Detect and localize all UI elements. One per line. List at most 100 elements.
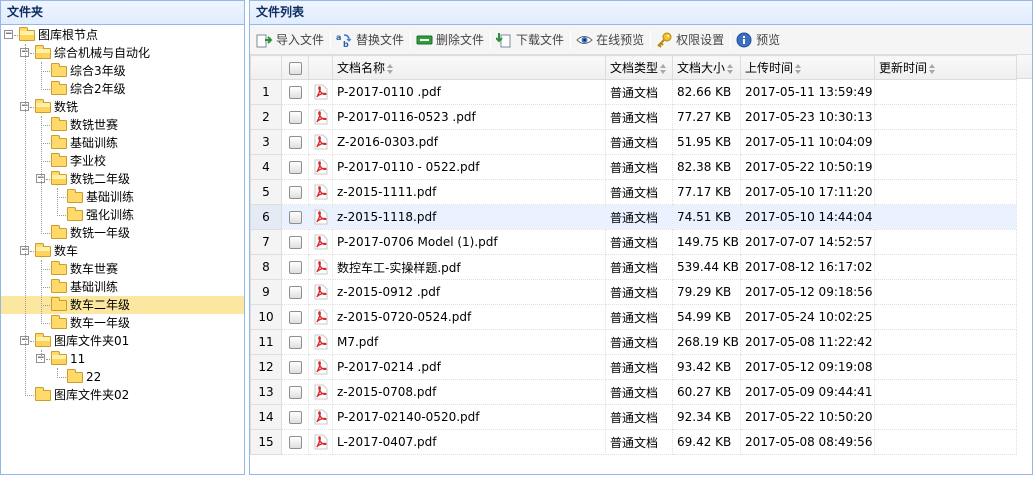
file-name-cell[interactable]: M7.pdf	[332, 329, 606, 355]
row-checkbox[interactable]	[288, 161, 302, 174]
table-row[interactable]: 14 P-2017-02140-0520.pdf 普通文档 92.34 KB 2017-…	[250, 404, 1017, 430]
column-header-uploaded[interactable]: 上传时间	[740, 55, 875, 80]
file-name-cell[interactable]: P-2017-0706 Model (1).pdf	[332, 229, 606, 255]
row-checkbox-cell[interactable]	[281, 404, 309, 430]
preview-button[interactable]: 预览	[733, 29, 784, 51]
tree-node[interactable]: 数车一年级	[1, 314, 244, 332]
row-checkbox[interactable]	[288, 211, 302, 224]
select-all-checkbox[interactable]	[288, 61, 302, 75]
online-preview-button[interactable]: 在线预览	[573, 29, 648, 51]
column-header-type[interactable]: 文档类型	[605, 55, 673, 80]
row-checkbox-cell[interactable]	[281, 79, 309, 105]
row-checkbox-cell[interactable]	[281, 229, 309, 255]
row-checkbox[interactable]	[288, 311, 302, 324]
file-name-cell[interactable]: z-2015-0912 .pdf	[332, 279, 606, 305]
row-checkbox-cell[interactable]	[281, 154, 309, 180]
file-name-cell[interactable]: P-2017-0110 .pdf	[332, 79, 606, 105]
row-checkbox[interactable]	[288, 411, 302, 424]
row-checkbox[interactable]	[288, 361, 302, 374]
row-checkbox-cell[interactable]	[281, 429, 309, 455]
table-row[interactable]: 6 z-2015-1118.pdf 普通文档 74.51 KB 2017-05-10 1…	[250, 204, 1017, 230]
row-checkbox-cell[interactable]	[281, 279, 309, 305]
row-checkbox[interactable]	[288, 261, 302, 274]
table-row[interactable]: 3 Z-2016-0303.pdf 普通文档 51.95 KB 2017-05-11 1…	[250, 129, 1017, 155]
table-row[interactable]: 9 z-2015-0912 .pdf 普通文档 79.29 KB 2017-05-12 …	[250, 279, 1017, 305]
select-all-checkbox-cell[interactable]	[281, 55, 309, 80]
file-name-cell[interactable]: z-2015-0720-0524.pdf	[332, 304, 606, 330]
row-checkbox[interactable]	[288, 136, 302, 149]
table-row[interactable]: 1 P-2017-0110 .pdf 普通文档 82.66 KB 2017-05-11 …	[250, 79, 1017, 105]
table-row[interactable]: 8 数控车工-实操样题.pdf 普通文档 539.44 KB 2017-08-12 16…	[250, 254, 1017, 280]
tree-node[interactable]: 数铣一年级	[1, 224, 244, 242]
file-name-cell[interactable]: P-2017-0116-0523 .pdf	[332, 104, 606, 130]
tree-node[interactable]: 图库文件夹02	[1, 386, 244, 404]
tree-node[interactable]: 基础训练	[1, 188, 244, 206]
row-checkbox-cell[interactable]	[281, 129, 309, 155]
row-checkbox-cell[interactable]	[281, 379, 309, 405]
row-checkbox[interactable]	[288, 436, 302, 449]
column-header-name[interactable]: 文档名称	[332, 55, 606, 80]
tree-node[interactable]: 综合3年级	[1, 62, 244, 80]
row-checkbox[interactable]	[288, 236, 302, 249]
row-checkbox-cell[interactable]	[281, 304, 309, 330]
pdf-icon	[314, 434, 328, 450]
file-name-cell[interactable]: P-2017-0214 .pdf	[332, 354, 606, 380]
tree-node[interactable]: − 数铣二年级	[1, 170, 244, 188]
row-checkbox-cell[interactable]	[281, 204, 309, 230]
row-checkbox-cell[interactable]	[281, 254, 309, 280]
tree-node[interactable]: − 数铣	[1, 98, 244, 116]
column-header-size[interactable]: 文档大小	[672, 55, 741, 80]
row-checkbox[interactable]	[288, 286, 302, 299]
tree-node[interactable]: 综合2年级	[1, 80, 244, 98]
import-file-button[interactable]: 导入文件	[253, 29, 328, 51]
tree-node[interactable]: 李业校	[1, 152, 244, 170]
tree-node[interactable]: 22	[1, 368, 244, 386]
file-type-text-cell: 普通文档	[605, 404, 673, 430]
permission-settings-button[interactable]: 权限设置	[653, 29, 728, 51]
table-row[interactable]: 5 z-2015-1111.pdf 普通文档 77.17 KB 2017-05-10 1…	[250, 179, 1017, 205]
tree-node[interactable]: 基础训练	[1, 278, 244, 296]
tree-node[interactable]: − 图库文件夹01	[1, 332, 244, 350]
delete-file-button[interactable]: 删除文件	[413, 29, 488, 51]
tree-node[interactable]: −11	[1, 350, 244, 368]
row-checkbox[interactable]	[288, 111, 302, 124]
row-checkbox[interactable]	[288, 186, 302, 199]
file-name-cell[interactable]: P-2017-0110 - 0522.pdf	[332, 154, 606, 180]
row-checkbox-cell[interactable]	[281, 354, 309, 380]
tree-node[interactable]: 基础训练	[1, 134, 244, 152]
table-row[interactable]: 15 L-2017-0407.pdf 普通文档 69.42 KB 2017-05-08 …	[250, 429, 1017, 455]
file-name-cell[interactable]: z-2015-1118.pdf	[332, 204, 606, 230]
tree-node[interactable]: − 图库根节点	[1, 26, 244, 44]
row-checkbox[interactable]	[288, 386, 302, 399]
collapse-icon[interactable]: −	[4, 30, 13, 39]
row-checkbox-cell[interactable]	[281, 104, 309, 130]
file-name-cell[interactable]: z-2015-1111.pdf	[332, 179, 606, 205]
file-name-cell[interactable]: L-2017-0407.pdf	[332, 429, 606, 455]
file-name-cell[interactable]: P-2017-02140-0520.pdf	[332, 404, 606, 430]
tree-node[interactable]: 数车世赛	[1, 260, 244, 278]
tree-node[interactable]: − 综合机械与自动化	[1, 44, 244, 62]
tree-node[interactable]: 数铣世赛	[1, 116, 244, 134]
download-file-button[interactable]: 下载文件	[493, 29, 568, 51]
table-row[interactable]: 13 z-2015-0708.pdf 普通文档 60.27 KB 2017-05-09 …	[250, 379, 1017, 405]
replace-file-button[interactable]: ab 替换文件	[333, 29, 408, 51]
tree-node[interactable]: − 数车	[1, 242, 244, 260]
update-time-cell	[874, 329, 1017, 355]
file-name-cell[interactable]: 数控车工-实操样题.pdf	[332, 254, 606, 280]
tree-node[interactable]: 数车二年级	[1, 296, 244, 314]
table-row[interactable]: 12 P-2017-0214 .pdf 普通文档 93.42 KB 2017-05-12…	[250, 354, 1017, 380]
row-checkbox[interactable]	[288, 336, 302, 349]
table-row[interactable]: 7 P-2017-0706 Model (1).pdf 普通文档 149.75 KB 2…	[250, 229, 1017, 255]
table-row[interactable]: 11 M7.pdf 普通文档 268.19 KB 2017-05-08 11:22:42	[250, 329, 1017, 355]
tree-connector	[41, 116, 42, 234]
table-row[interactable]: 4 P-2017-0110 - 0522.pdf 普通文档 82.38 KB 2017-…	[250, 154, 1017, 180]
table-row[interactable]: 2 P-2017-0116-0523 .pdf 普通文档 77.27 KB 2017-0…	[250, 104, 1017, 130]
file-name-cell[interactable]: z-2015-0708.pdf	[332, 379, 606, 405]
tree-node[interactable]: 强化训练	[1, 206, 244, 224]
column-header-updated[interactable]: 更新时间	[874, 55, 1017, 80]
row-checkbox[interactable]	[288, 86, 302, 99]
row-checkbox-cell[interactable]	[281, 329, 309, 355]
file-name-cell[interactable]: Z-2016-0303.pdf	[332, 129, 606, 155]
row-checkbox-cell[interactable]	[281, 179, 309, 205]
table-row[interactable]: 10 z-2015-0720-0524.pdf 普通文档 54.99 KB 2017-0…	[250, 304, 1017, 330]
